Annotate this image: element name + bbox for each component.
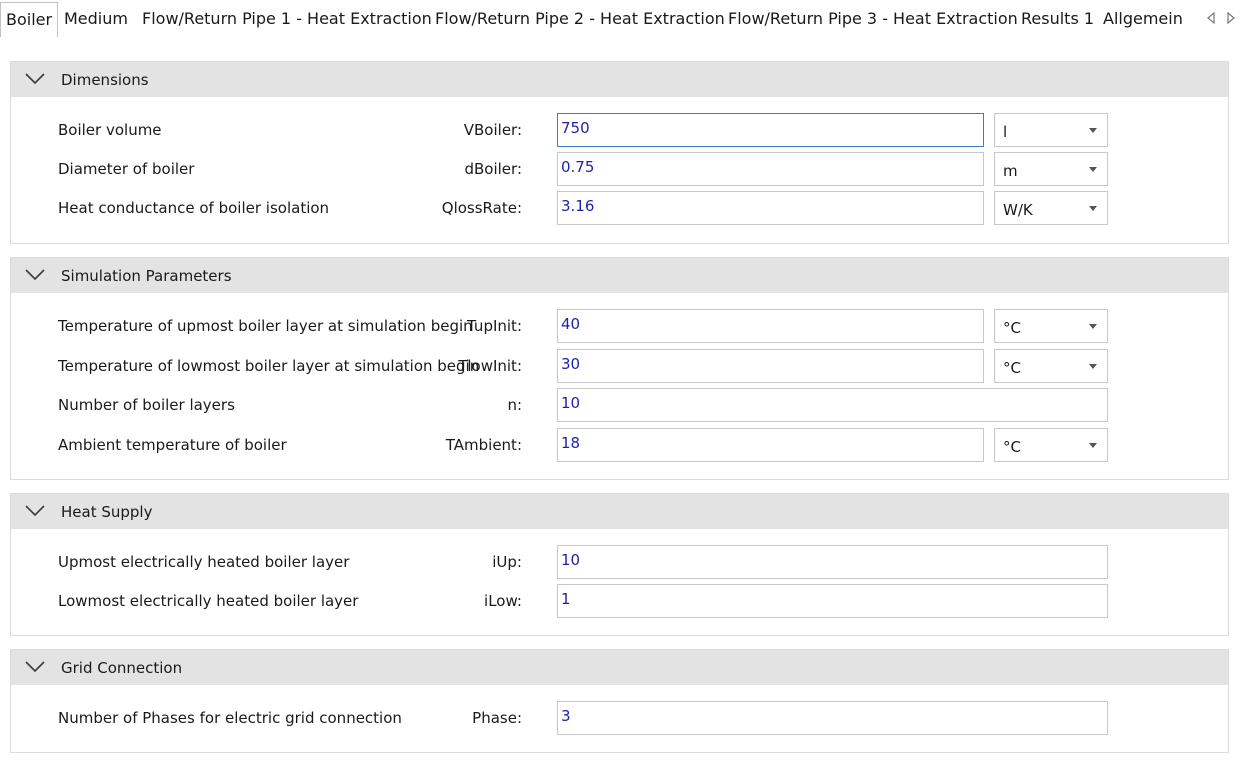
triangle-left-icon[interactable] xyxy=(1204,10,1218,26)
chevron-down-icon[interactable] xyxy=(25,505,45,517)
tab-flow-return-pipe-2[interactable]: Flow/Return Pipe 2 - Heat Extraction xyxy=(435,0,725,36)
group-title: Simulation Parameters xyxy=(61,267,232,285)
row-tambient: Ambient temperature of boiler TAmbient: … xyxy=(11,428,1228,462)
tlowinit-unit-select[interactable]: °C xyxy=(994,349,1108,383)
iup-input[interactable]: 10 xyxy=(557,545,1108,579)
tambient-unit-select[interactable]: °C xyxy=(994,428,1108,462)
tab-results-1[interactable]: Results 1 xyxy=(1021,0,1094,36)
group-heat-supply: Heat Supply Upmost electrically heated b… xyxy=(10,493,1229,636)
dropdown-arrow-icon xyxy=(1089,443,1097,448)
field-label: Ambient temperature of boiler xyxy=(58,436,287,454)
tupinit-unit-select[interactable]: °C xyxy=(994,309,1108,343)
field-label: Temperature of upmost boiler layer at si… xyxy=(58,317,473,335)
row-n: Number of boiler layers n: 10 xyxy=(11,388,1228,422)
field-label: Number of boiler layers xyxy=(58,396,235,414)
unit-value: l xyxy=(1003,123,1008,141)
row-tupinit: Temperature of upmost boiler layer at si… xyxy=(11,309,1228,343)
row-ilow: Lowmost electrically heated boiler layer… xyxy=(11,584,1228,618)
group-dimensions: Dimensions Boiler volume VBoiler: 750 l … xyxy=(10,61,1229,244)
variable-name: TAmbient: xyxy=(445,436,522,454)
variable-name: TupInit: xyxy=(467,317,522,335)
variable-name: Phase: xyxy=(472,709,522,727)
group-simulation-parameters: Simulation Parameters Temperature of upm… xyxy=(10,257,1229,480)
group-header-simulation-parameters[interactable]: Simulation Parameters xyxy=(11,258,1228,293)
tlowinit-input[interactable]: 30 xyxy=(557,349,984,383)
dropdown-arrow-icon xyxy=(1089,167,1097,172)
tambient-input[interactable]: 18 xyxy=(557,428,984,462)
unit-value: W/K xyxy=(1003,201,1033,219)
row-iup: Upmost electrically heated boiler layer … xyxy=(11,545,1228,579)
group-header-grid-connection[interactable]: Grid Connection xyxy=(11,650,1228,685)
dboiler-input[interactable]: 0.75 xyxy=(557,152,984,186)
variable-name: iLow: xyxy=(484,592,522,610)
variable-name: n: xyxy=(507,396,522,414)
chevron-down-icon[interactable] xyxy=(25,269,45,281)
group-grid-connection: Grid Connection Number of Phases for ele… xyxy=(10,649,1229,753)
row-dboiler: Diameter of boiler dBoiler: 0.75 m xyxy=(11,152,1228,186)
unit-value: °C xyxy=(1003,319,1021,337)
field-label: Temperature of lowmost boiler layer at s… xyxy=(58,357,480,375)
variable-name: QlossRate: xyxy=(441,199,522,217)
dropdown-arrow-icon xyxy=(1089,128,1097,133)
tab-flow-return-pipe-1[interactable]: Flow/Return Pipe 1 - Heat Extraction xyxy=(142,0,432,36)
field-label: Diameter of boiler xyxy=(58,160,195,178)
unit-value: °C xyxy=(1003,359,1021,377)
vboiler-unit-select[interactable]: l xyxy=(994,113,1108,147)
unit-value: °C xyxy=(1003,438,1021,456)
tab-bar: Boiler Medium Flow/Return Pipe 1 - Heat … xyxy=(0,0,1240,37)
boiler-parameter-page: Boiler Medium Flow/Return Pipe 1 - Heat … xyxy=(0,0,1240,761)
phase-input[interactable]: 3 xyxy=(557,701,1108,735)
group-header-dimensions[interactable]: Dimensions xyxy=(11,62,1228,97)
row-phase: Number of Phases for electric grid conne… xyxy=(11,701,1228,735)
row-vboiler: Boiler volume VBoiler: 750 l xyxy=(11,113,1228,147)
vboiler-input[interactable]: 750 xyxy=(557,113,984,147)
dropdown-arrow-icon xyxy=(1089,206,1097,211)
field-label: Number of Phases for electric grid conne… xyxy=(58,709,402,727)
field-label: Boiler volume xyxy=(58,121,162,139)
tupinit-input[interactable]: 40 xyxy=(557,309,984,343)
chevron-down-icon[interactable] xyxy=(25,73,45,85)
row-qlossrate: Heat conductance of boiler isolation Qlo… xyxy=(11,191,1228,225)
field-label: Heat conductance of boiler isolation xyxy=(58,199,330,217)
tab-medium[interactable]: Medium xyxy=(64,0,128,36)
row-tlowinit: Temperature of lowmost boiler layer at s… xyxy=(11,349,1228,383)
tab-flow-return-pipe-3[interactable]: Flow/Return Pipe 3 - Heat Extraction xyxy=(728,0,1018,36)
field-label: Upmost electrically heated boiler layer xyxy=(58,553,350,571)
group-header-heat-supply[interactable]: Heat Supply xyxy=(11,494,1228,529)
variable-name: iUp: xyxy=(492,553,522,571)
dboiler-unit-select[interactable]: m xyxy=(994,152,1108,186)
tab-boiler[interactable]: Boiler xyxy=(0,2,59,37)
group-title: Grid Connection xyxy=(61,659,183,677)
dropdown-arrow-icon xyxy=(1089,324,1097,329)
unit-value: m xyxy=(1003,162,1018,180)
variable-name: dBoiler: xyxy=(464,160,522,178)
qlossrate-unit-select[interactable]: W/K xyxy=(994,191,1108,225)
ilow-input[interactable]: 1 xyxy=(557,584,1108,618)
qlossrate-input[interactable]: 3.16 xyxy=(557,191,984,225)
variable-name: VBoiler: xyxy=(463,121,522,139)
n-input[interactable]: 10 xyxy=(557,388,1108,422)
chevron-down-icon[interactable] xyxy=(25,661,45,673)
dropdown-arrow-icon xyxy=(1089,364,1097,369)
field-label: Lowmost electrically heated boiler layer xyxy=(58,592,359,610)
tab-allgemein[interactable]: Allgemein xyxy=(1103,0,1183,36)
group-title: Dimensions xyxy=(61,71,149,89)
triangle-right-icon[interactable] xyxy=(1224,10,1238,26)
group-title: Heat Supply xyxy=(61,503,153,521)
variable-name: TlowInit: xyxy=(458,357,522,375)
